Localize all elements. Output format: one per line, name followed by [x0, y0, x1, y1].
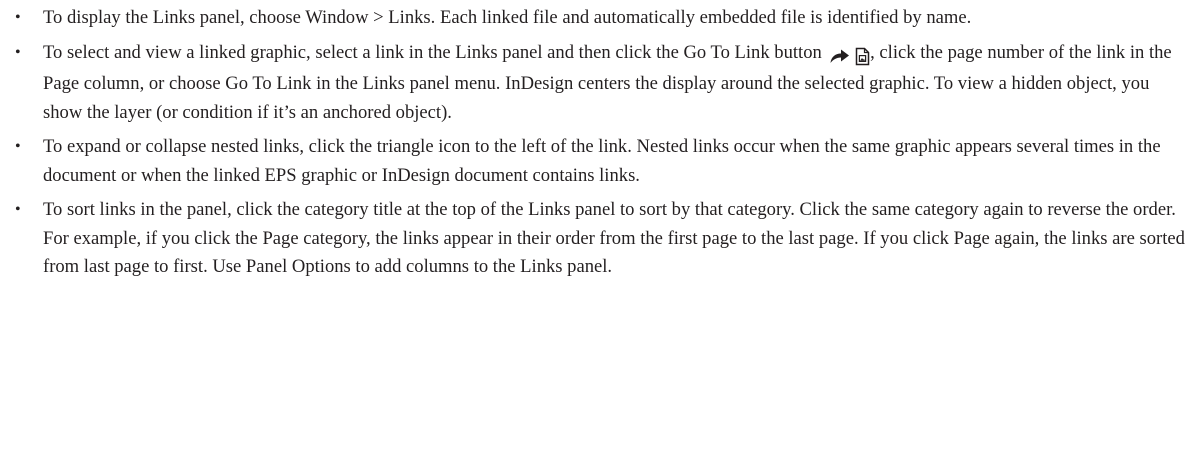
document-page: • To display the Links panel, choose Win… [0, 0, 1197, 468]
curved-arrow-icon [830, 49, 850, 64]
bullet-marker: • [15, 9, 21, 26]
bullet-marker: • [15, 138, 21, 155]
list-item: • To sort links in the panel, click the … [14, 196, 1187, 282]
bullet-marker: • [15, 43, 21, 61]
list-item: • To select and view a linked graphic, s… [14, 39, 1187, 128]
bullet-marker: • [15, 201, 21, 218]
list-item: • To expand or collapse nested links, cl… [14, 133, 1187, 190]
document-page-icon [855, 47, 870, 65]
bullet-list: • To display the Links panel, choose Win… [14, 4, 1187, 282]
list-item: • To display the Links panel, choose Win… [14, 4, 1187, 33]
list-item-text: To sort links in the panel, click the ca… [43, 199, 1185, 277]
list-item-text: To expand or collapse nested links, clic… [43, 136, 1161, 186]
go-to-link-icon [829, 42, 870, 71]
list-item-text: To display the Links panel, choose Windo… [43, 7, 972, 28]
list-item-text: To select and view a linked graphic, sel… [43, 41, 822, 63]
